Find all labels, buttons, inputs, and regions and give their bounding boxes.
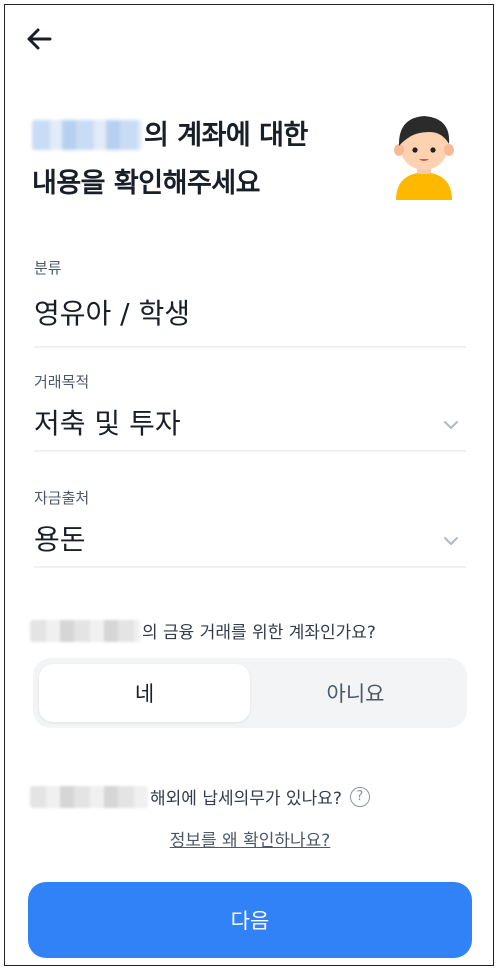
category-value: 영유아 / 학생 bbox=[34, 297, 191, 330]
title-line-1-text: 의 계좌에 대한 bbox=[144, 120, 308, 151]
financial-transaction-question: 의 금융 거래를 위한 계좌인가요? bbox=[30, 618, 470, 643]
title-line-1: 의 계좌에 대한 bbox=[32, 112, 362, 160]
foreign-tax-question: 해외에 납세의무가 있나요?? bbox=[30, 784, 470, 809]
redacted-name bbox=[32, 120, 142, 150]
foreign-tax-question-text: 해외에 납세의무가 있나요? bbox=[150, 789, 342, 809]
no-option[interactable]: 아니요 bbox=[250, 664, 461, 722]
page-title: 의 계좌에 대한 내용을 확인해주세요 bbox=[32, 112, 362, 208]
transaction-purpose-label: 거래목적 bbox=[34, 373, 90, 391]
financial-transaction-question-text: 의 금융 거래를 위한 계좌인가요? bbox=[142, 623, 376, 643]
category-label: 분류 bbox=[34, 259, 62, 277]
why-check-info-link[interactable]: 정보를 왜 확인하나요? bbox=[0, 826, 500, 851]
transaction-purpose-field[interactable]: 거래목적 저축 및 투자 bbox=[34, 372, 466, 452]
chevron-down-icon bbox=[444, 537, 458, 545]
title-line-2: 내용을 확인해주세요 bbox=[32, 168, 260, 199]
category-field: 분류 영유아 / 학생 bbox=[34, 258, 466, 348]
back-button[interactable] bbox=[22, 22, 56, 56]
chevron-down-icon bbox=[444, 421, 458, 429]
yes-option[interactable]: 네 bbox=[39, 664, 250, 722]
redacted-name bbox=[30, 785, 148, 808]
transaction-purpose-value: 저축 및 투자 bbox=[34, 407, 181, 440]
fund-source-field[interactable]: 자금출처 용돈 bbox=[34, 488, 466, 568]
redacted-name bbox=[30, 620, 140, 642]
arrow-left-icon bbox=[27, 28, 52, 50]
question-circle-icon[interactable]: ? bbox=[349, 786, 370, 807]
next-button[interactable]: 다음 bbox=[28, 882, 472, 958]
yes-no-segmented-control: 네 아니요 bbox=[33, 658, 467, 728]
fund-source-value: 용돈 bbox=[34, 523, 86, 556]
fund-source-label: 자금출처 bbox=[34, 489, 90, 507]
child-avatar-icon bbox=[394, 116, 454, 200]
